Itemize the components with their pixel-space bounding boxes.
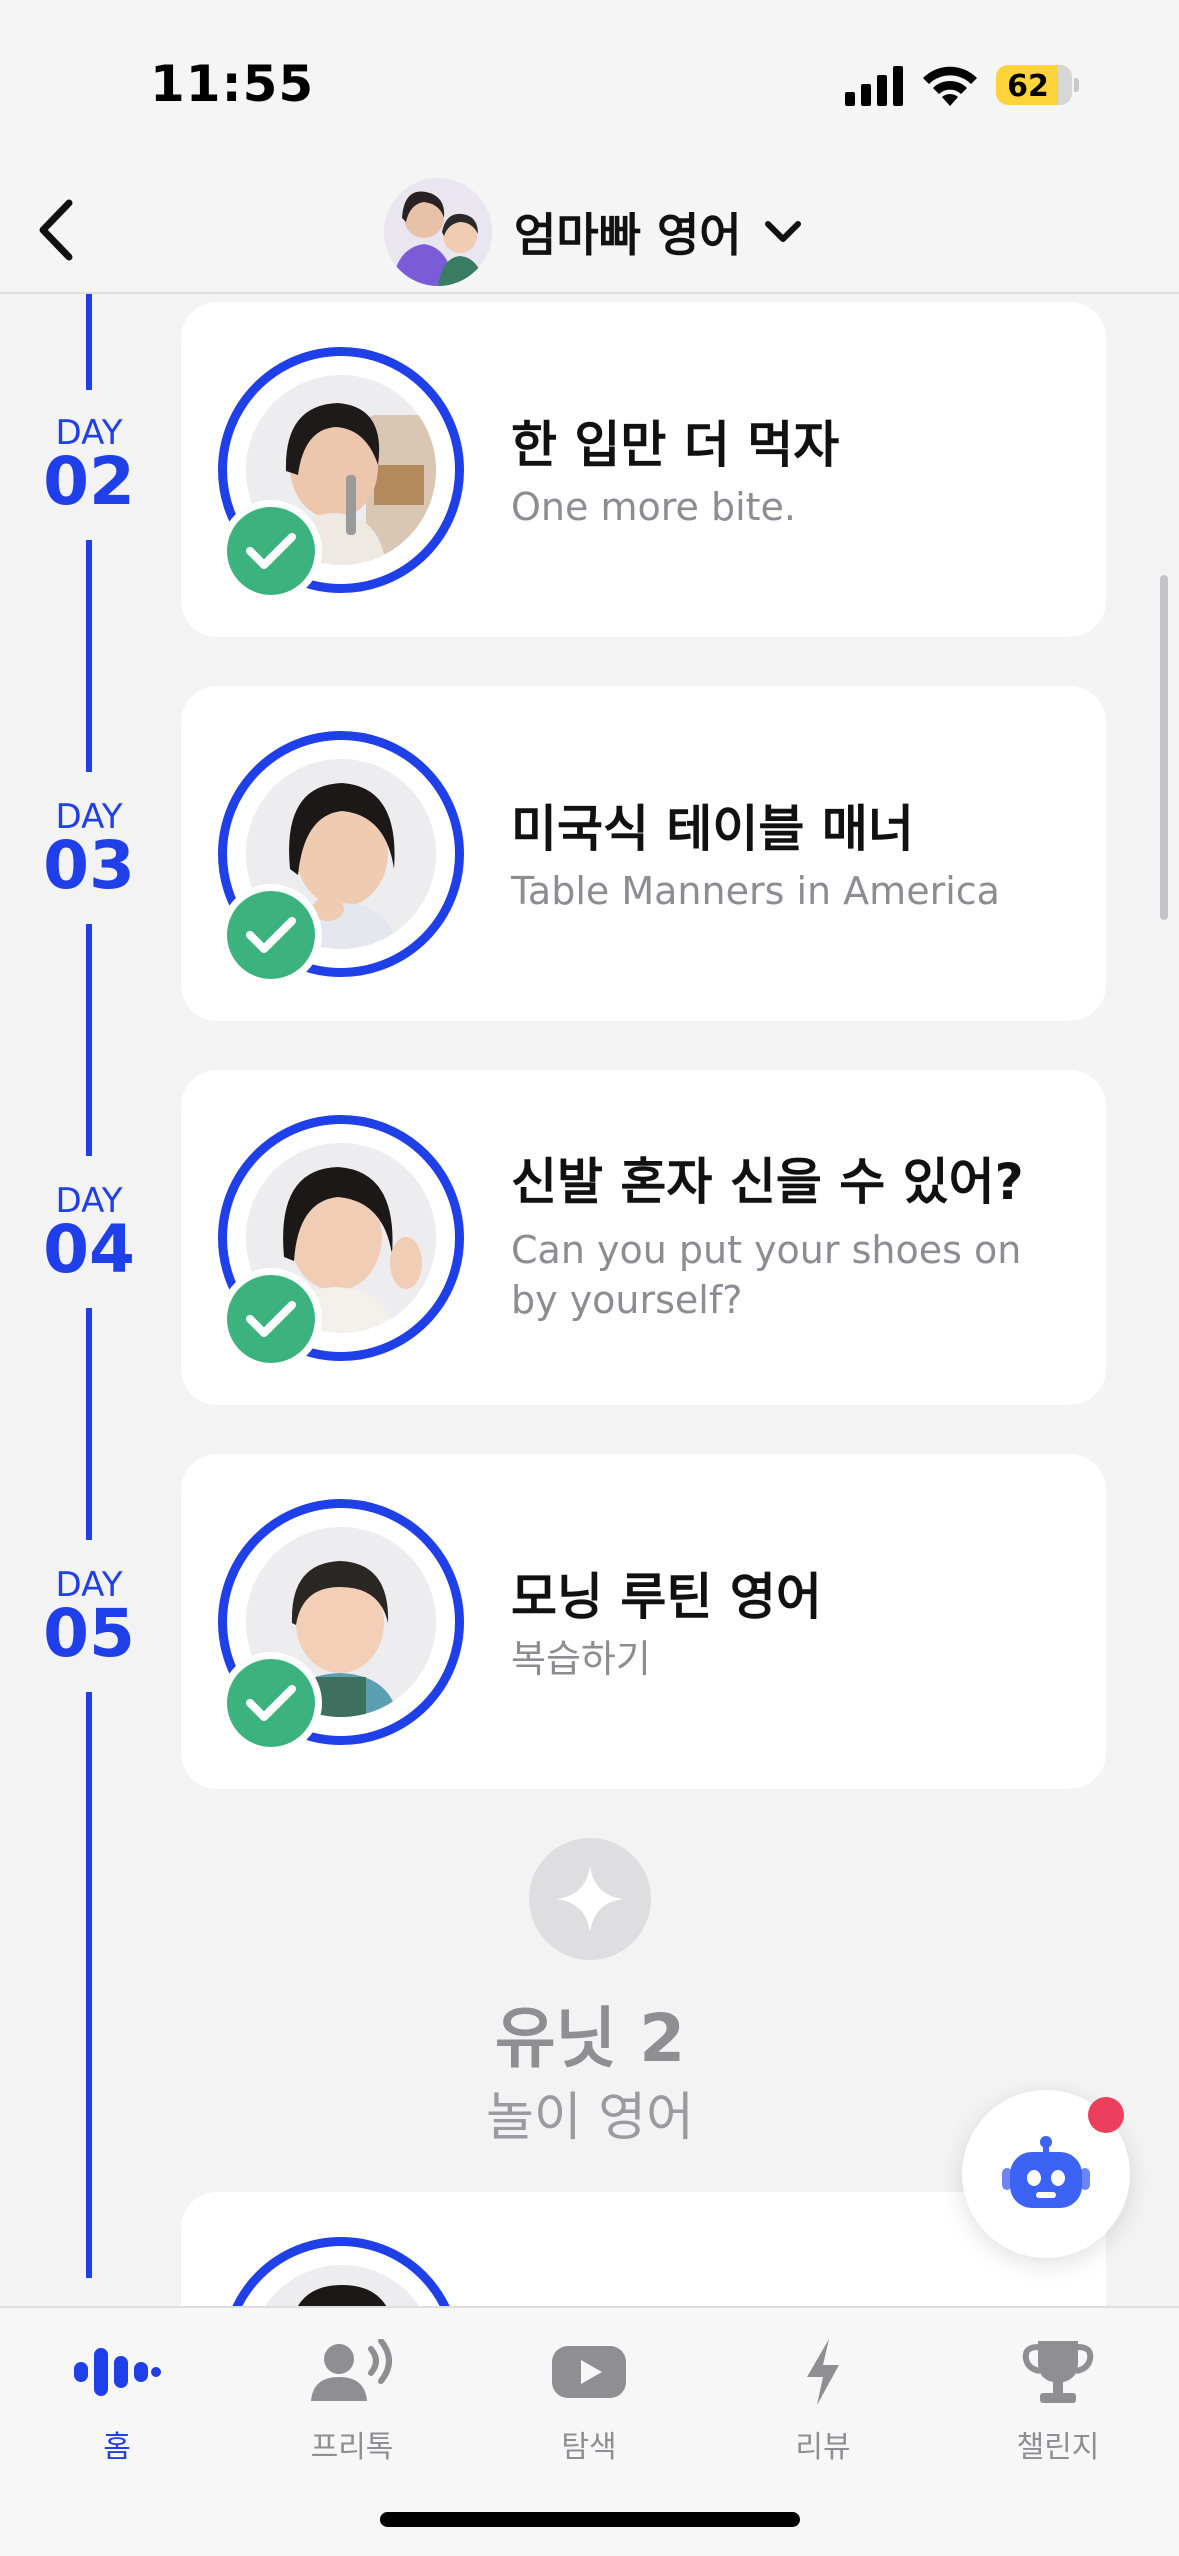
lesson-title: 모닝 루틴 영어	[511, 1568, 822, 1626]
video-play-icon	[552, 2346, 626, 2398]
completed-check-icon	[220, 500, 322, 602]
lesson-subtitle: One more bite.	[511, 485, 796, 529]
lesson-card[interactable]: 모닝 루틴 영어 복습하기	[181, 1454, 1106, 1789]
lesson-title: 미국식 테이블 매너	[511, 800, 914, 858]
tab-label: 리뷰	[795, 2430, 851, 2465]
scrollbar[interactable]	[1160, 575, 1168, 920]
day-label: DAY 05	[43, 1565, 135, 1672]
course-selector[interactable]: 엄마빠 영어	[384, 174, 804, 290]
tab-label: 홈	[103, 2430, 131, 2465]
timeline-line	[86, 540, 92, 772]
lesson-title: 신발 혼자 신을 수 있어?	[511, 1153, 1024, 1211]
home-indicator	[380, 2512, 800, 2527]
lesson-thumbnail	[221, 2237, 461, 2312]
lightning-icon	[807, 2339, 839, 2405]
course-avatar	[384, 178, 492, 286]
chevron-down-icon	[764, 221, 801, 242]
timeline-line	[86, 294, 92, 390]
robot-icon	[1002, 2136, 1090, 2208]
timeline-line	[86, 1308, 92, 1540]
chevron-left-icon	[39, 199, 73, 261]
status-bar: 11:55 62	[0, 0, 1179, 170]
completed-check-icon	[220, 884, 322, 986]
tab-home[interactable]: 홈	[17, 2332, 217, 2482]
lesson-card[interactable]: 미국식 테이블 매너 Table Manners in America	[181, 686, 1106, 1021]
lesson-subtitle: 복습하기	[511, 1637, 651, 1681]
timeline-line	[86, 924, 92, 1156]
app-header: 엄마빠 영어	[0, 170, 1179, 294]
tab-free-talk[interactable]: 프리톡	[252, 2332, 452, 2482]
timeline-line	[86, 1692, 92, 2278]
unit-title: 유닛 2	[494, 2000, 686, 2077]
day-label: DAY 03	[43, 797, 135, 904]
tab-label: 탐색	[561, 2430, 617, 2465]
tab-review[interactable]: 리뷰	[723, 2332, 923, 2482]
tab-explore[interactable]: 탐색	[489, 2332, 689, 2482]
lesson-subtitle: Table Manners in America	[511, 869, 1000, 913]
course-title: 엄마빠 영어	[514, 208, 742, 262]
unit-subtitle: 놀이 영어	[486, 2088, 694, 2148]
completed-check-icon	[220, 1268, 322, 1370]
wifi-icon	[923, 66, 977, 106]
sparkle-icon	[557, 1866, 623, 1932]
lesson-subtitle: Can you put your shoes on by yourself?	[511, 1228, 1022, 1322]
tab-label: 챌린지	[1016, 2430, 1100, 2465]
lesson-card[interactable]: 한 입만 더 먹자 One more bite.	[181, 302, 1106, 637]
day-label: DAY 04	[43, 1181, 135, 1288]
home-wave-icon	[74, 2348, 161, 2396]
unit-icon	[529, 1838, 651, 1960]
free-talk-icon	[311, 2339, 392, 2401]
battery-level: 62	[1007, 69, 1049, 104]
trophy-icon	[1022, 2341, 1094, 2403]
lesson-card[interactable]: 신발 혼자 신을 수 있어? Can you put your shoes on…	[181, 1070, 1106, 1405]
day-label: DAY 02	[43, 413, 135, 520]
lesson-title: 한 입만 더 먹자	[511, 416, 840, 474]
battery-indicator: 62	[996, 65, 1079, 105]
back-button[interactable]	[20, 190, 90, 270]
lesson-card[interactable]	[181, 2192, 1106, 2312]
notification-badge	[1088, 2097, 1124, 2133]
tab-label: 프리톡	[310, 2430, 394, 2465]
tab-challenge[interactable]: 챌린지	[958, 2332, 1158, 2482]
cellular-signal-icon	[845, 66, 903, 106]
status-time: 11:55	[150, 55, 315, 113]
completed-check-icon	[220, 1652, 322, 1754]
